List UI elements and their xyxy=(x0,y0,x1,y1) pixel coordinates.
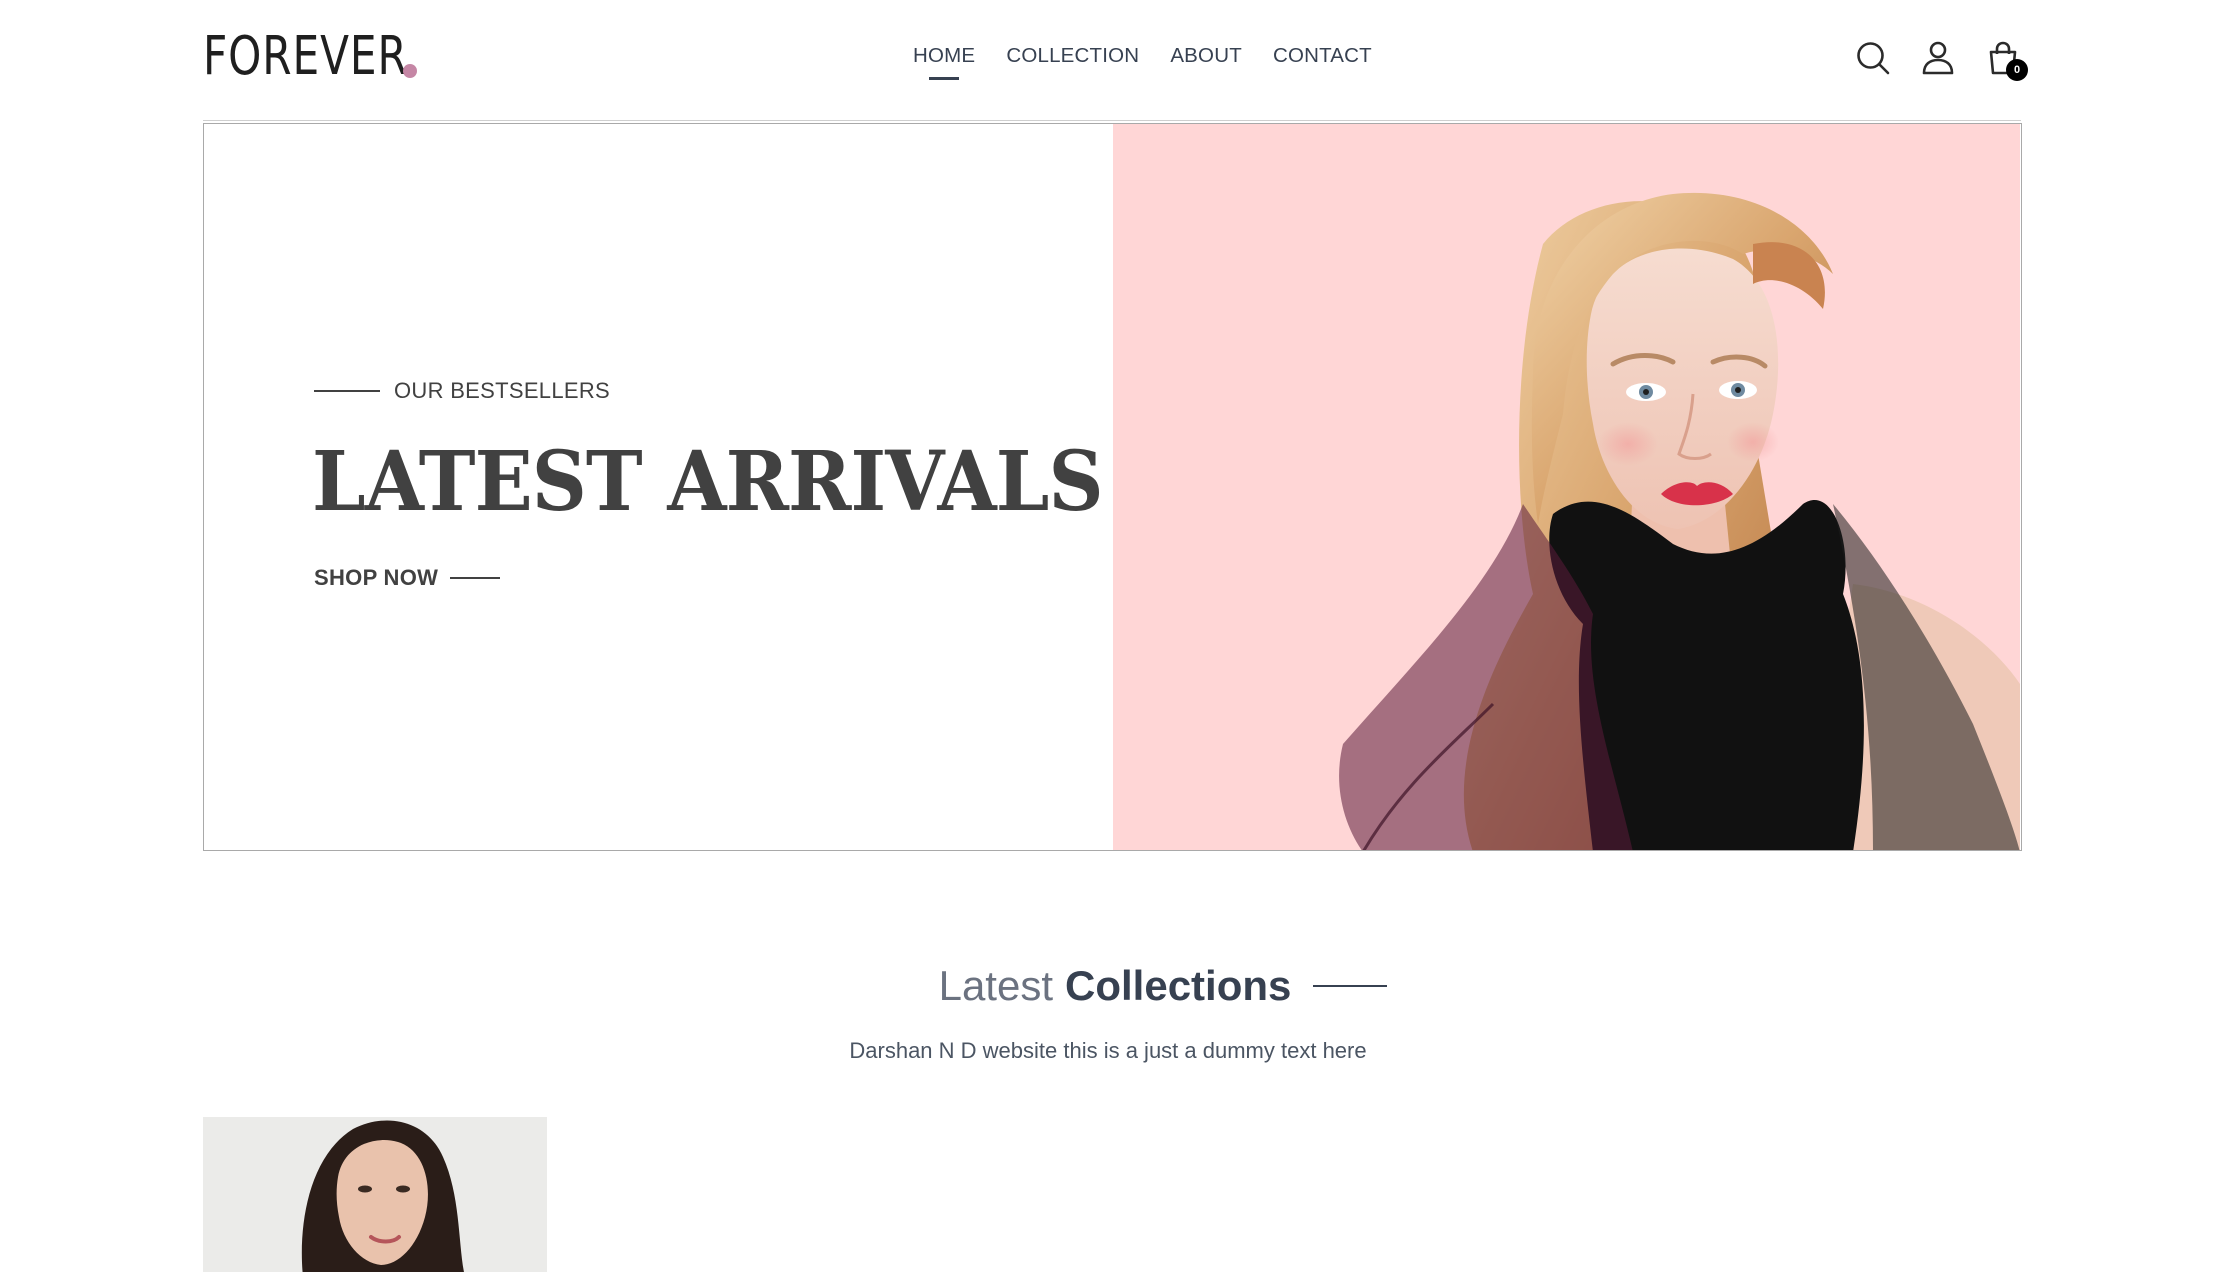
collections-subtitle: Darshan N D website this is a just a dum… xyxy=(849,1038,1367,1063)
search-icon[interactable] xyxy=(1855,38,1891,78)
hero-eyebrow-text: OUR BESTSELLERS xyxy=(394,378,611,403)
nav-item-home[interactable]: HOME xyxy=(913,44,975,68)
nav-item-collection[interactable]: COLLECTION xyxy=(1006,44,1139,68)
shop-now-button[interactable]: SHOP NOW xyxy=(314,565,501,591)
shopping-bag-icon[interactable]: 0 xyxy=(1985,38,2028,81)
cart-count-badge: 0 xyxy=(2006,59,2028,81)
main-nav: HOME COLLECTION ABOUT CONTACT xyxy=(913,44,1372,68)
shop-now-label: SHOP NOW xyxy=(314,565,439,590)
header-actions: 0 xyxy=(1855,38,2028,81)
brand-logo[interactable]: FOREVER xyxy=(203,28,436,84)
nav-item-contact[interactable]: CONTACT xyxy=(1273,44,1372,68)
model-portrait-image xyxy=(1339,192,2020,850)
collections-title-light: Latest xyxy=(938,962,1054,1009)
hero-image xyxy=(1113,124,2020,850)
shop-now-line xyxy=(450,576,501,580)
product-model-image xyxy=(203,1117,547,1272)
brand-logo-text: FOREVER xyxy=(203,24,408,88)
collections-heading: Latest Collections xyxy=(0,962,2216,1010)
collections-title-line xyxy=(1313,984,1388,988)
site-header: FOREVER HOME COLLECTION ABOUT CONTACT 0 xyxy=(203,0,2028,121)
eyebrow-line xyxy=(314,389,380,393)
collections-title-bold: Collections xyxy=(1065,962,1292,1009)
hero-banner: OUR BESTSELLERS LATEST ARRIVALS SHOP NOW xyxy=(203,123,2022,851)
nav-item-about[interactable]: ABOUT xyxy=(1170,44,1242,68)
hero-title: LATEST ARRIVALS xyxy=(312,434,1104,530)
hero-eyebrow: OUR BESTSELLERS xyxy=(314,378,610,404)
hero-text-panel: OUR BESTSELLERS LATEST ARRIVALS SHOP NOW xyxy=(204,124,1113,850)
user-icon[interactable] xyxy=(1920,38,1956,78)
product-card-image[interactable] xyxy=(203,1117,547,1272)
brand-logo-dot xyxy=(403,64,417,78)
